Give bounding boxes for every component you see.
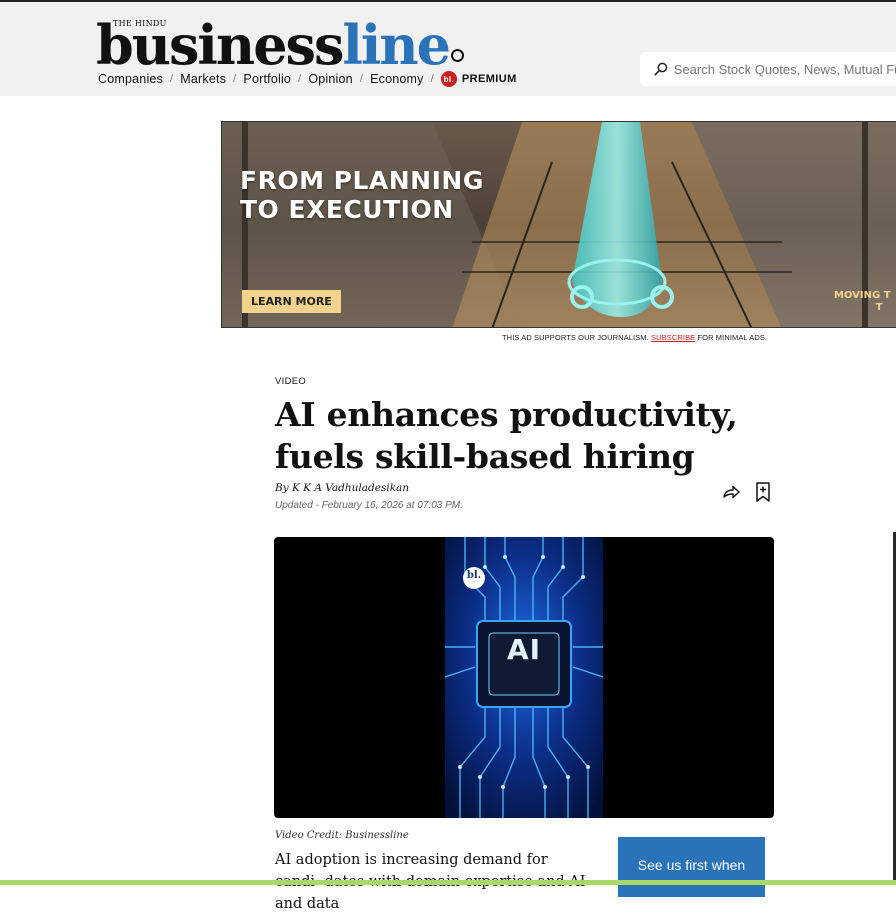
search-box[interactable] (640, 52, 896, 86)
premium-bl-icon: bl. (440, 71, 457, 87)
ad-headline: FROM PLANNING TO EXECUTION (240, 166, 484, 224)
share-button[interactable] (721, 482, 741, 502)
ad-headline-line2: TO EXECUTION (240, 195, 454, 224)
ad-learn-more-button[interactable]: LEARN MORE (242, 290, 341, 313)
search-input[interactable] (673, 61, 896, 77)
video-credit: Video Credit: Businessline (275, 830, 409, 841)
nav-companies[interactable]: Companies (98, 72, 163, 86)
preferred-source-button[interactable]: See us first when (618, 837, 765, 897)
video-brand-badge: bl. (466, 570, 482, 581)
ad-headline-line1: FROM PLANNING (240, 166, 484, 195)
nav-separator: / (233, 73, 237, 85)
video-player[interactable]: bl. AI (274, 537, 774, 818)
ad-subscribe-link[interactable]: SUBSCRIBE (651, 333, 695, 342)
article-updated: Updated - February 16, 2026 at 07:03 PM. (275, 500, 463, 511)
nav-separator: / (170, 73, 174, 85)
brand-logo-part2: line (342, 13, 451, 77)
site-header: THE HINDU businessline Companies / Market… (0, 0, 896, 96)
nav-portfolio[interactable]: Portfolio (243, 72, 291, 86)
video-chip-label: AI (506, 633, 542, 666)
nav-markets[interactable]: Markets (180, 72, 226, 86)
nav-opinion[interactable]: Opinion (308, 72, 353, 86)
article-byline[interactable]: By K K A Vadhuladesikan (275, 482, 409, 494)
nav-economy[interactable]: Economy (370, 72, 424, 86)
search-icon (654, 62, 668, 76)
ad-tagline-line2: T (875, 302, 883, 313)
nav-separator: / (298, 73, 302, 85)
nav-separator: / (359, 73, 364, 85)
nav-separator: / (430, 73, 434, 85)
bookmark-button[interactable] (754, 481, 772, 503)
scroll-progress-bar (0, 880, 896, 885)
share-icon (723, 485, 740, 499)
ad-note-suffix: FOR MINIMAL ADS. (697, 333, 768, 342)
advertisement-banner[interactable]: FROM PLANNING TO EXECUTION LEARN MORE MO… (221, 121, 896, 328)
bookmark-add-icon (756, 482, 770, 502)
ad-note-prefix: THIS AD SUPPORTS OUR JOURNALISM. (502, 333, 649, 342)
brand-logo-part1: business (96, 13, 344, 77)
premium-label: PREMIUM (461, 73, 517, 85)
main-nav: Companies / Markets / Portfolio / Opinion / … (98, 71, 517, 87)
article-kicker[interactable]: VIDEO (275, 376, 306, 387)
nav-premium[interactable]: bl. PREMIUM (440, 71, 517, 87)
brand-dot-icon (451, 49, 465, 62)
ad-support-note: THIS AD SUPPORTS OUR JOURNALISM. SUBSCRI… (502, 333, 767, 342)
article-title: AI enhances productivity, fuels skill-ba… (275, 395, 738, 476)
brand-logo[interactable]: businessline (96, 18, 465, 72)
ad-tagline-line1: MOVING T (834, 290, 891, 301)
ad-tagline: MOVING T T (834, 290, 891, 314)
